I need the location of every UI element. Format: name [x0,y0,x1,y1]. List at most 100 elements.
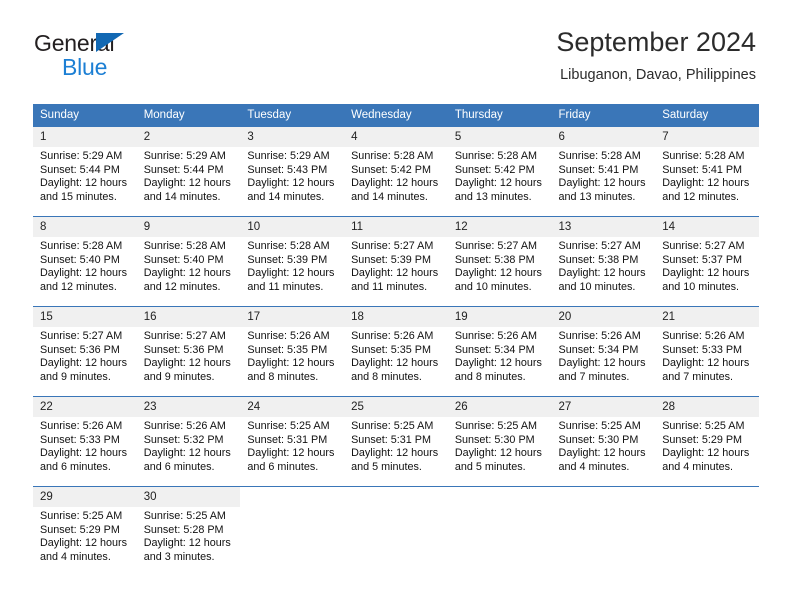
weekday-header-friday: Friday [551,104,656,127]
day-number: 1 [33,126,137,147]
day-cell: Sunrise: 5:26 AM Sunset: 5:33 PM Dayligh… [33,417,137,487]
daylight-text-line2: and 8 minutes. [351,370,422,383]
daylight-text-line2: and 6 minutes. [143,460,215,473]
day-cell: Sunrise: 5:26 AM Sunset: 5:35 PM Dayligh… [240,327,345,397]
daylight-text-line2: and 4 minutes. [558,460,630,473]
sunrise-text: Sunrise: 5:25 AM [143,510,226,522]
sunrise-text: Sunrise: 5:28 AM [454,150,538,162]
week-row-daynumbers: 15 16 17 18 19 20 21 [33,306,759,327]
sunset-text: Sunset: 5:39 PM [351,253,431,266]
day-cell: Sunrise: 5:28 AM Sunset: 5:41 PM Dayligh… [655,147,759,217]
sunrise-text: Sunrise: 5:25 AM [662,420,745,432]
sunset-text: Sunset: 5:36 PM [40,343,120,356]
day-number: 26 [447,396,552,417]
sunset-text: Sunset: 5:34 PM [454,343,535,356]
sunset-text: Sunset: 5:44 PM [143,163,224,176]
day-cell: Sunrise: 5:26 AM Sunset: 5:34 PM Dayligh… [551,327,656,397]
day-cell: Sunrise: 5:29 AM Sunset: 5:44 PM Dayligh… [33,147,137,217]
daylight-text-line2: and 7 minutes. [558,370,630,383]
day-number: 14 [655,216,759,237]
sunrise-text: Sunrise: 5:26 AM [558,330,641,342]
weekday-header-tuesday: Tuesday [240,104,345,127]
day-cell: Sunrise: 5:25 AM Sunset: 5:29 PM Dayligh… [655,417,759,487]
title-block: September 2024 Libuganon, Davao, Philipp… [556,26,756,84]
sunset-text: Sunset: 5:31 PM [247,433,328,446]
triangle-icon [96,33,124,52]
week-row-daynumbers: 22 23 24 25 26 27 28 [33,396,759,417]
day-number: 13 [551,216,656,237]
day-cell: Sunrise: 5:26 AM Sunset: 5:32 PM Dayligh… [136,417,241,487]
sunset-text: Sunset: 5:37 PM [662,253,743,266]
brand-logo-top-row: General [34,30,234,56]
sunset-text: Sunset: 5:33 PM [662,343,743,356]
page-subtitle: Libuganon, Davao, Philippines [560,67,756,83]
calendar-table: Sunday Monday Tuesday Wednesday Thursday… [33,104,759,576]
weekday-header-sunday: Sunday [33,104,137,127]
day-cell: Sunrise: 5:28 AM Sunset: 5:40 PM Dayligh… [136,237,241,307]
daylight-text-line1: Daylight: 12 hours [662,177,750,190]
day-number: 3 [240,126,345,147]
daylight-text-line1: Daylight: 12 hours [40,447,128,460]
sunrise-text: Sunrise: 5:25 AM [247,420,330,432]
sunrise-text: Sunrise: 5:25 AM [454,420,538,432]
sunset-text: Sunset: 5:40 PM [143,253,224,266]
daylight-text-line2: and 7 minutes. [662,370,734,383]
daylight-text-line2: and 9 minutes. [40,370,111,383]
day-number: 9 [136,216,241,237]
sunrise-text: Sunrise: 5:26 AM [351,330,434,342]
daylight-text-line2: and 12 minutes. [40,280,117,293]
sunset-text: Sunset: 5:35 PM [351,343,431,356]
daylight-text-line1: Daylight: 12 hours [558,177,646,190]
sunset-text: Sunset: 5:39 PM [247,253,328,266]
daylight-text-line1: Daylight: 12 hours [351,447,439,460]
daylight-text-line2: and 14 minutes. [247,190,325,203]
day-cell: Sunrise: 5:28 AM Sunset: 5:41 PM Dayligh… [551,147,656,217]
daylight-text-line2: and 11 minutes. [247,280,324,293]
sunrise-text: Sunrise: 5:28 AM [558,150,641,162]
sunset-text: Sunset: 5:42 PM [454,163,535,176]
sunrise-text: Sunrise: 5:29 AM [247,150,330,162]
day-number: 25 [344,396,448,417]
daylight-text-line2: and 11 minutes. [351,280,428,293]
day-cell: Sunrise: 5:27 AM Sunset: 5:37 PM Dayligh… [655,237,759,307]
day-cell-empty [655,507,759,576]
sunrise-text: Sunrise: 5:28 AM [40,240,123,252]
sunset-text: Sunset: 5:36 PM [143,343,224,356]
page-title: September 2024 [556,27,756,57]
week-row-daynumbers: 8 9 10 11 12 13 14 [33,216,759,237]
daylight-text-line1: Daylight: 12 hours [558,447,646,460]
sunrise-text: Sunrise: 5:27 AM [143,330,226,342]
sunset-text: Sunset: 5:38 PM [558,253,639,266]
sunset-text: Sunset: 5:34 PM [558,343,639,356]
daylight-text-line2: and 13 minutes. [558,190,636,203]
sunset-text: Sunset: 5:43 PM [247,163,328,176]
day-number: 8 [33,216,137,237]
day-cell-empty [447,507,552,576]
day-cell: Sunrise: 5:28 AM Sunset: 5:42 PM Dayligh… [447,147,552,217]
daylight-text-line1: Daylight: 12 hours [143,267,231,280]
day-number: 15 [33,306,137,327]
daylight-text-line2: and 5 minutes. [454,460,526,473]
sunset-text: Sunset: 5:30 PM [558,433,639,446]
sunrise-text: Sunrise: 5:27 AM [40,330,123,342]
daylight-text-line2: and 10 minutes. [454,280,532,293]
sunrise-text: Sunrise: 5:25 AM [351,420,434,432]
day-number: 22 [33,396,137,417]
daylight-text-line2: and 14 minutes. [351,190,428,203]
calendar-table-wrapper: Sunday Monday Tuesday Wednesday Thursday… [33,104,759,576]
sunset-text: Sunset: 5:28 PM [143,523,224,536]
day-number: 16 [136,306,241,327]
daylight-text-line1: Daylight: 12 hours [351,357,439,370]
day-cell: Sunrise: 5:26 AM Sunset: 5:33 PM Dayligh… [655,327,759,397]
daylight-text-line2: and 3 minutes. [143,550,215,563]
weekday-header-monday: Monday [136,104,241,127]
sunset-text: Sunset: 5:40 PM [40,253,120,266]
day-number: 7 [655,126,759,147]
daylight-text-line1: Daylight: 12 hours [247,357,335,370]
day-cell: Sunrise: 5:25 AM Sunset: 5:28 PM Dayligh… [136,507,241,576]
daylight-text-line2: and 14 minutes. [143,190,221,203]
sunrise-text: Sunrise: 5:25 AM [40,510,123,522]
daylight-text-line1: Daylight: 12 hours [247,177,335,190]
daylight-text-line2: and 12 minutes. [662,190,740,203]
day-cell: Sunrise: 5:29 AM Sunset: 5:44 PM Dayligh… [136,147,241,217]
